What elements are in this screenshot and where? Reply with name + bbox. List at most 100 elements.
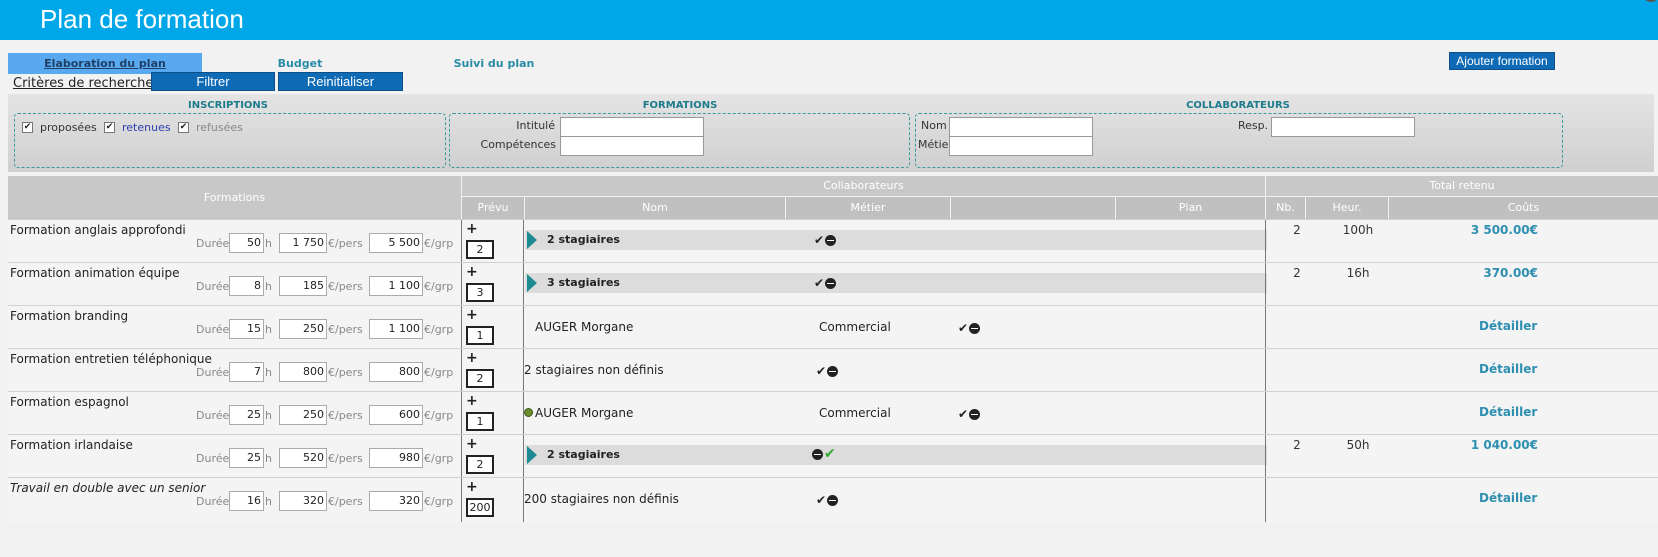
detailler-link[interactable]: Détailler (1479, 362, 1537, 376)
expand-icon[interactable] (527, 274, 537, 292)
cost-per-person-input[interactable]: 520 (279, 448, 327, 468)
prevu-input[interactable]: 3 (466, 283, 494, 302)
cost-per-group-input[interactable]: 980 (369, 448, 423, 468)
checkbox-refusees[interactable]: ✔ (178, 122, 189, 133)
prevu-input[interactable]: 2 (466, 369, 494, 388)
add-stagiaire-button[interactable]: + (466, 307, 478, 323)
detailler-link[interactable]: Détailler (1479, 319, 1537, 333)
add-stagiaire-button[interactable]: + (466, 264, 478, 280)
tab-suivi[interactable]: Suivi du plan (440, 53, 548, 74)
cost-per-group-input[interactable]: 5 500 (369, 233, 423, 253)
formation-name[interactable]: Travail en double avec un senior (10, 481, 205, 495)
cost-per-group-input[interactable]: 1 100 (369, 319, 423, 339)
accept-reject-icons[interactable]: ✔ (958, 322, 981, 334)
user-avatar[interactable] (1644, 0, 1658, 2)
competences-input[interactable] (560, 136, 704, 156)
duree-input[interactable]: 8 (229, 276, 264, 296)
cost-per-group-input[interactable]: 800 (369, 362, 423, 382)
cost-per-person-input[interactable]: 185 (279, 276, 327, 296)
tab-elaboration[interactable]: Elaboration du plan (8, 53, 202, 74)
header-prevu: Prévu (462, 197, 524, 219)
cost-per-person-input[interactable]: 250 (279, 405, 327, 425)
collaborateur-name[interactable]: AUGER Morgane (535, 406, 633, 420)
checkbox-proposees[interactable]: ✔ (22, 122, 33, 133)
detailler-link[interactable]: Détailler (1479, 405, 1537, 419)
add-stagiaire-button[interactable]: + (466, 350, 478, 366)
prevu-input[interactable]: 2 (466, 455, 494, 474)
prevu-input[interactable]: 1 (466, 326, 494, 345)
formation-name[interactable]: Formation anglais approfondi (10, 223, 186, 237)
nom-input[interactable] (949, 117, 1093, 137)
collaborateur-name[interactable]: 200 stagiaires non définis (524, 492, 679, 506)
add-formation-button[interactable]: Ajouter formation (1449, 52, 1555, 70)
prevu-input[interactable]: 200 (466, 498, 494, 517)
cost-per-group-input[interactable]: 600 (369, 405, 423, 425)
cost-per-person-input[interactable]: 250 (279, 319, 327, 339)
check-icon[interactable]: ✔ (958, 408, 968, 420)
duree-input[interactable]: 15 (229, 319, 264, 339)
expand-icon[interactable] (527, 446, 537, 464)
add-stagiaire-button[interactable]: + (466, 393, 478, 409)
group-row[interactable]: 2 stagiaires ✔ (525, 445, 1267, 465)
group-row[interactable]: 3 stagiaires ✔ (525, 273, 1267, 293)
duree-input[interactable]: 25 (229, 448, 264, 468)
add-stagiaire-button[interactable]: + (466, 479, 478, 495)
formation-name[interactable]: Formation espagnol (10, 395, 129, 409)
check-icon[interactable]: ✔ (814, 234, 824, 246)
duree-input[interactable]: 50 (229, 233, 264, 253)
hours-unit: h (265, 237, 272, 250)
accept-reject-icons[interactable]: ✔ (958, 408, 981, 420)
duree-label: Durée (196, 409, 230, 422)
duree-input[interactable]: 7 (229, 362, 264, 382)
accept-reject-icons[interactable]: ✔ (816, 494, 839, 506)
metier-input[interactable] (949, 136, 1093, 156)
check-icon[interactable]: ✔ (814, 277, 824, 289)
group-row[interactable]: 2 stagiaires ✔ (525, 230, 1267, 250)
expand-icon[interactable] (527, 231, 537, 249)
checkbox-retenues[interactable]: ✔ (104, 122, 115, 133)
reject-icon[interactable] (969, 322, 981, 334)
accept-reject-icons[interactable]: ✔ (812, 447, 836, 461)
intitule-input[interactable] (560, 117, 704, 137)
duree-input[interactable]: 16 (229, 491, 264, 511)
reject-icon[interactable] (827, 494, 839, 506)
cost-per-person-input[interactable]: 800 (279, 362, 327, 382)
cost-per-person-input[interactable]: 320 (279, 491, 327, 511)
accept-reject-icons[interactable]: ✔ (814, 234, 837, 246)
tab-budget[interactable]: Budget (260, 53, 340, 74)
add-stagiaire-button[interactable]: + (466, 436, 478, 452)
formation-name[interactable]: Formation entretien téléphonique (10, 352, 212, 366)
prevu-input[interactable]: 2 (466, 240, 494, 259)
filter-button[interactable]: Filtrer (151, 72, 275, 91)
cost-per-person-input[interactable]: 1 750 (279, 233, 327, 253)
cost-per-group-input[interactable]: 1 100 (369, 276, 423, 296)
collaborateur-name[interactable]: 2 stagiaires non définis (524, 363, 664, 377)
formation-name[interactable]: Formation animation équipe (10, 266, 179, 280)
check-icon[interactable]: ✔ (816, 494, 826, 506)
table-row: Formation branding Durée 15 h 250 €/pers… (8, 305, 1658, 350)
add-stagiaire-button[interactable]: + (466, 221, 478, 237)
search-criteria-link[interactable]: Critères de recherche (13, 76, 153, 91)
prevu-input[interactable]: 1 (466, 412, 494, 431)
accept-reject-icons[interactable]: ✔ (814, 277, 837, 289)
reject-icon[interactable] (969, 408, 981, 420)
reject-icon[interactable] (825, 234, 837, 246)
duree-input[interactable]: 25 (229, 405, 264, 425)
detailler-link[interactable]: Détailler (1479, 491, 1537, 505)
check-icon[interactable]: ✔ (816, 365, 826, 377)
check-icon[interactable]: ✔ (824, 447, 836, 461)
table-row: Formation espagnol Durée 25 h 250 €/pers… (8, 391, 1658, 436)
collaborateur-name[interactable]: AUGER Morgane (535, 320, 633, 334)
header-formations: Formations (8, 176, 461, 219)
reset-button[interactable]: Reinitialiser (278, 72, 403, 91)
formation-name[interactable]: Formation branding (10, 309, 128, 323)
accept-reject-icons[interactable]: ✔ (816, 365, 839, 377)
check-icon[interactable]: ✔ (958, 322, 968, 334)
formation-name[interactable]: Formation irlandaise (10, 438, 133, 452)
reject-icon[interactable] (827, 365, 839, 377)
reject-icon[interactable] (825, 277, 837, 289)
table-row: Formation animation équipe Durée 8 h 185… (8, 262, 1658, 307)
reject-icon[interactable] (812, 448, 823, 460)
resp-input[interactable] (1271, 117, 1415, 137)
cost-per-group-input[interactable]: 320 (369, 491, 423, 511)
